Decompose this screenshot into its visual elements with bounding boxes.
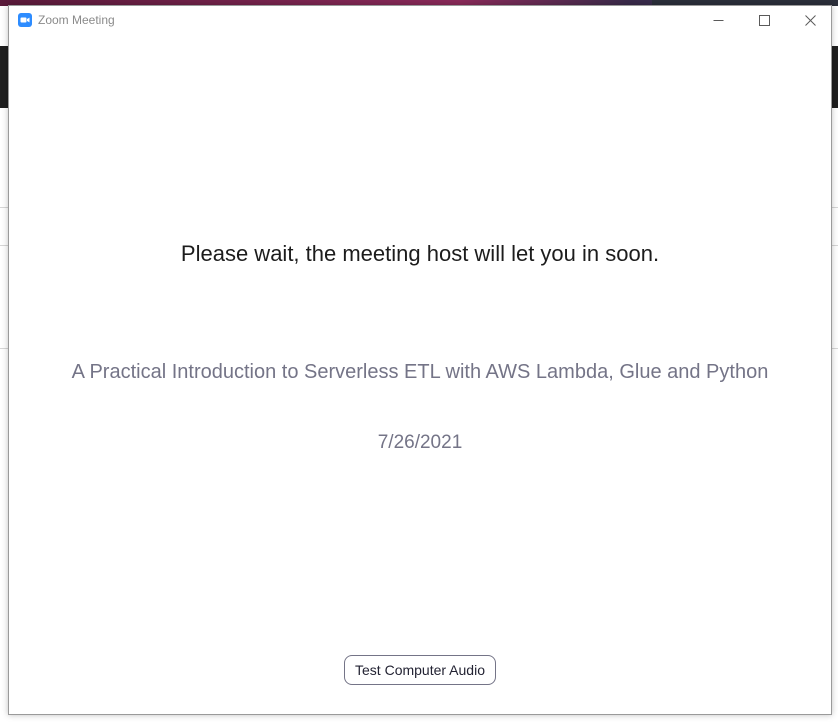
zoom-camera-icon <box>18 13 32 27</box>
background-divider <box>832 207 838 208</box>
zoom-meeting-window: Zoom Meeting Please wait, the meeting ho… <box>8 5 832 715</box>
waiting-message: Please wait, the meeting host will let y… <box>180 241 660 266</box>
background-divider <box>832 348 838 349</box>
background-divider <box>832 245 838 246</box>
test-computer-audio-button[interactable]: Test Computer Audio <box>344 655 496 685</box>
minimize-button[interactable] <box>695 6 741 34</box>
minimize-icon <box>713 15 724 26</box>
desktop: Zoom Meeting Please wait, the meeting ho… <box>0 0 838 722</box>
close-icon <box>804 14 816 26</box>
meeting-topic: A Practical Introduction to Serverless E… <box>71 361 769 383</box>
background-app-right-bar <box>832 46 838 108</box>
close-button[interactable] <box>787 6 833 34</box>
window-title: Zoom Meeting <box>38 13 115 27</box>
maximize-button[interactable] <box>741 6 787 34</box>
waiting-room-panel: Please wait, the meeting host will let y… <box>9 34 831 714</box>
meeting-date: 7/26/2021 <box>377 432 463 453</box>
maximize-icon <box>758 14 770 26</box>
title-bar[interactable]: Zoom Meeting <box>9 6 831 34</box>
